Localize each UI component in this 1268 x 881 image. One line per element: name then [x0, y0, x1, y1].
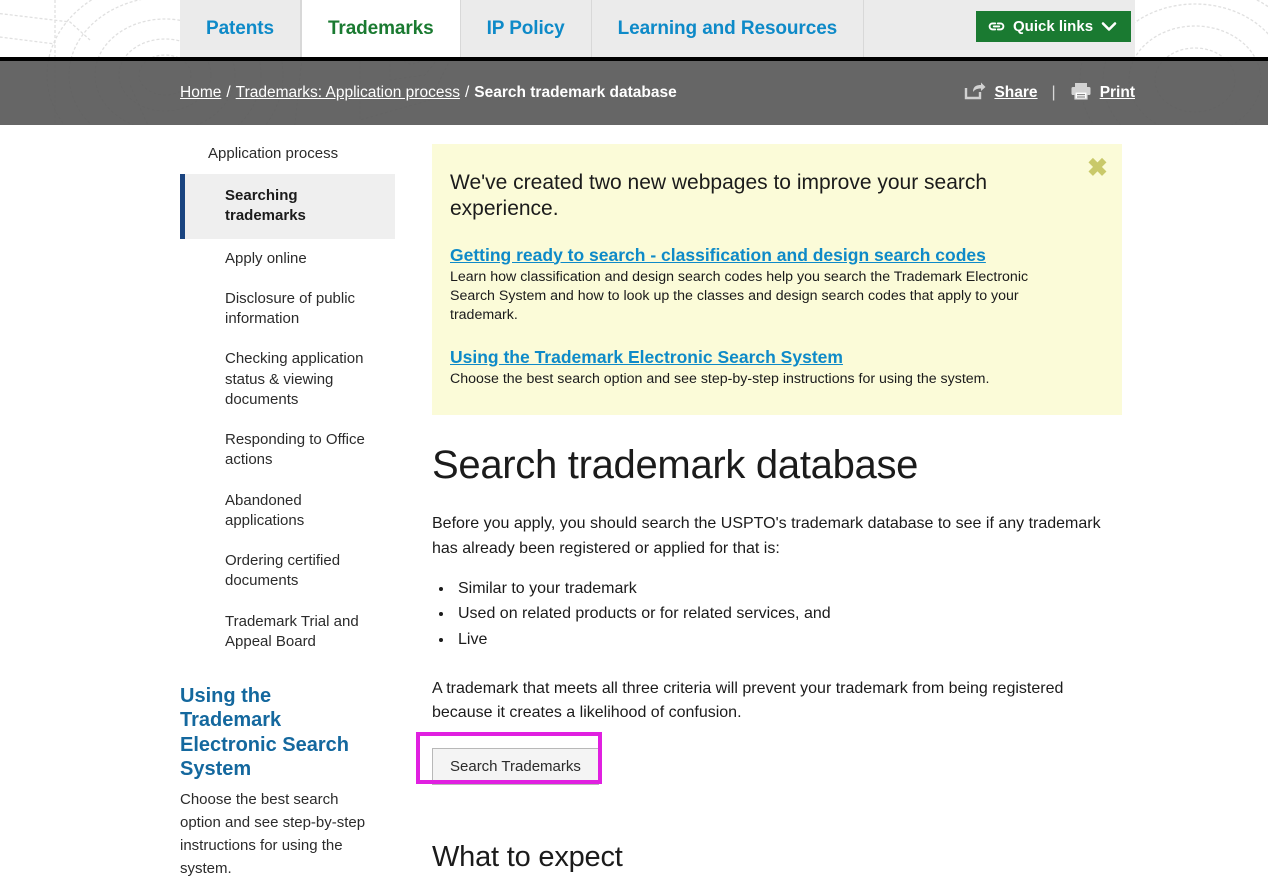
print-button[interactable]: Print	[1070, 82, 1135, 105]
close-icon[interactable]: ✖	[1087, 156, 1108, 181]
intro-paragraph: Before you apply, you should search the …	[432, 512, 1122, 562]
tab-trademarks-label: Trademarks	[328, 18, 434, 40]
chevron-down-icon	[1101, 21, 1117, 32]
tab-patents[interactable]: Patents	[180, 0, 301, 57]
share-icon	[964, 82, 986, 105]
sidebar-item-ordering-certified-documents[interactable]: Ordering certified documents	[180, 541, 395, 602]
tab-ip-policy[interactable]: IP Policy	[461, 0, 592, 57]
list-item: Used on related products or for related …	[454, 601, 1122, 627]
breadcrumb-link-home[interactable]: Home	[180, 84, 221, 102]
search-button-container: Search Trademarks	[432, 748, 599, 785]
breadcrumb-bar: Home / Trademarks: Application process /…	[0, 61, 1268, 125]
breadcrumb-separator-2: /	[465, 84, 469, 102]
closing-paragraph: A trademark that meets all three criteri…	[432, 677, 1122, 727]
sidebar-item-label: Disclosure of public information	[225, 290, 355, 327]
sidebar-item-label: Trademark Trial and Appeal Board	[225, 613, 359, 650]
sidebar-item-checking-application-status[interactable]: Checking application status & viewing do…	[180, 339, 395, 420]
sidebar-promo-title-link[interactable]: Using the Trademark Electronic Search Sy…	[180, 684, 373, 782]
section-heading-what-to-expect: What to expect	[432, 841, 1122, 874]
search-trademarks-button[interactable]: Search Trademarks	[432, 748, 599, 785]
main-content: ✖ We've created two new webpages to impr…	[432, 125, 1122, 874]
quick-links-button[interactable]: Quick links	[976, 11, 1131, 42]
tab-trademarks[interactable]: Trademarks	[301, 0, 461, 57]
notification-link-using-tess[interactable]: Using the Trademark Electronic Search Sy…	[450, 347, 843, 368]
notification-banner: ✖ We've created two new webpages to impr…	[432, 144, 1122, 415]
sidebar-navigation: Application process Searching trademarks…	[180, 125, 395, 881]
sidebar-item-label: Abandoned applications	[225, 492, 304, 529]
sidebar-item-responding-to-office-actions[interactable]: Responding to Office actions	[180, 420, 395, 481]
tab-learning-and-resources[interactable]: Learning and Resources	[592, 0, 865, 57]
tab-patents-label: Patents	[206, 18, 274, 40]
breadcrumb-separator: /	[226, 84, 230, 102]
breadcrumb: Home / Trademarks: Application process /…	[180, 84, 677, 102]
sidebar-item-label: Apply online	[225, 250, 307, 267]
notification-heading: We've created two new webpages to improv…	[450, 170, 1062, 223]
sidebar-item-label: Responding to Office actions	[225, 431, 365, 468]
page-tools: Share | Print	[964, 61, 1135, 125]
sidebar-item-disclosure-of-public-information[interactable]: Disclosure of public information	[180, 279, 395, 340]
criteria-list: Similar to your trademark Used on relate…	[432, 576, 1122, 653]
sidebar-item-trademark-trial-and-appeal-board[interactable]: Trademark Trial and Appeal Board	[180, 602, 395, 663]
top-navigation-bar: Patents Trademarks IP Policy Learning an…	[0, 0, 1268, 57]
sidebar-item-label: Ordering certified documents	[225, 552, 340, 589]
print-label: Print	[1100, 84, 1135, 102]
quick-links-label: Quick links	[1013, 18, 1093, 35]
breadcrumb-current-page: Search trademark database	[474, 84, 676, 102]
sidebar-promo-description: Choose the best search option and see st…	[180, 788, 373, 881]
breadcrumb-link-application-process[interactable]: Trademarks: Application process	[236, 84, 460, 102]
sidebar-heading: Application process	[180, 125, 395, 174]
tab-ip-policy-label: IP Policy	[487, 18, 565, 40]
sidebar-item-label: Checking application status & viewing do…	[225, 350, 363, 408]
chain-link-icon	[988, 19, 1005, 34]
sidebar-item-searching-trademarks[interactable]: Searching trademarks	[180, 174, 395, 239]
sidebar-item-label: Searching trademarks	[225, 187, 306, 224]
sidebar-item-apply-online[interactable]: Apply online	[180, 239, 395, 279]
notification-link-description: Learn how classification and design sear…	[450, 268, 1062, 326]
list-item: Similar to your trademark	[454, 576, 1122, 602]
page-content: Application process Searching trademarks…	[0, 125, 1268, 746]
list-item: Live	[454, 627, 1122, 653]
page-title: Search trademark database	[432, 443, 1122, 488]
share-button[interactable]: Share	[964, 82, 1037, 105]
share-label: Share	[994, 84, 1037, 102]
sidebar-item-abandoned-applications[interactable]: Abandoned applications	[180, 481, 395, 542]
printer-icon	[1070, 82, 1092, 105]
tab-learning-and-resources-label: Learning and Resources	[618, 18, 838, 40]
sidebar-promo: Using the Trademark Electronic Search Sy…	[180, 662, 395, 881]
nav-bottom-rule	[0, 57, 1268, 61]
notification-link-description-2: Choose the best search option and see st…	[450, 370, 1062, 389]
notification-link-getting-ready-to-search[interactable]: Getting ready to search - classification…	[450, 245, 986, 266]
tools-divider: |	[1048, 84, 1060, 102]
